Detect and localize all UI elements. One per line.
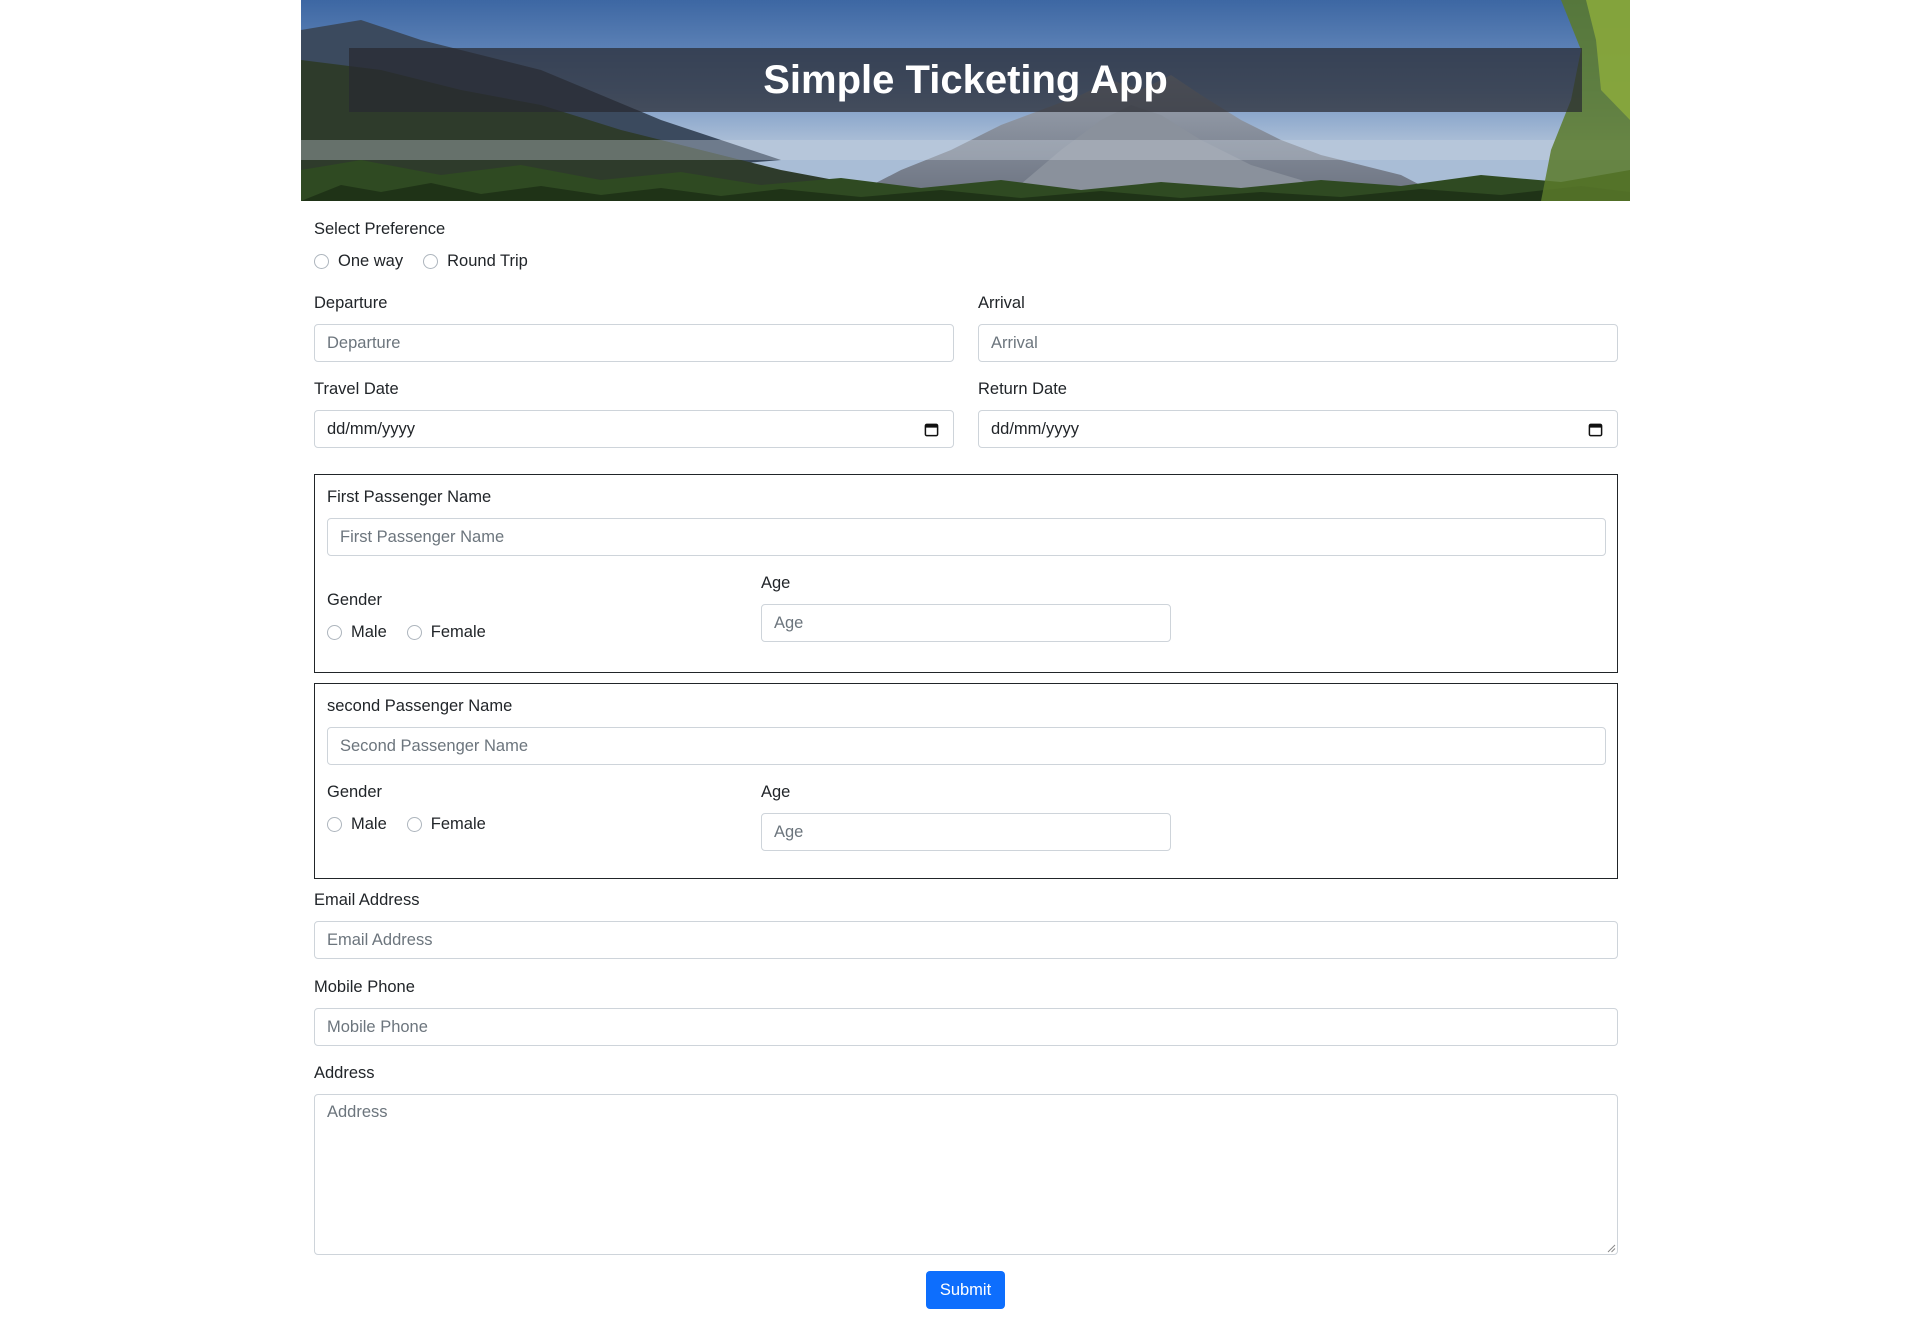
- travel-date-input[interactable]: dd/mm/yyyy: [314, 410, 954, 448]
- first-passenger-age-input[interactable]: [761, 604, 1171, 642]
- radio-label-male: Male: [351, 815, 387, 833]
- radio-female[interactable]: Female: [406, 623, 486, 642]
- mobile-phone-label: Mobile Phone: [314, 978, 415, 996]
- radio-label-male: Male: [351, 623, 387, 641]
- departure-input[interactable]: [314, 324, 954, 362]
- radio-female[interactable]: Female: [406, 815, 486, 834]
- calendar-icon[interactable]: [924, 422, 939, 437]
- radio-button[interactable]: [406, 817, 422, 832]
- radio-button[interactable]: [327, 817, 342, 832]
- first-passenger-panel: First Passenger Name Gender Male Female …: [314, 474, 1618, 673]
- arrival-input[interactable]: [978, 324, 1618, 362]
- radio-one-way[interactable]: One way: [314, 252, 403, 271]
- address-label: Address: [314, 1064, 375, 1082]
- radio-button[interactable]: [327, 625, 342, 640]
- resize-handle-icon[interactable]: [1606, 1243, 1616, 1253]
- mobile-phone-input[interactable]: [314, 1008, 1618, 1046]
- preference-label: Select Preference: [314, 220, 446, 238]
- return-date-value: dd/mm/yyyy: [991, 419, 1080, 438]
- first-passenger-gender-label: Gender: [327, 591, 383, 609]
- calendar-icon[interactable]: [1588, 422, 1603, 437]
- radio-label-female: Female: [430, 623, 486, 641]
- arrival-label: Arrival: [978, 294, 1025, 312]
- radio-label-one-way: One way: [338, 252, 404, 270]
- return-date-label: Return Date: [978, 380, 1067, 398]
- return-date-input[interactable]: dd/mm/yyyy: [978, 410, 1618, 448]
- second-passenger-name-input[interactable]: [327, 727, 1606, 765]
- travel-date-value: dd/mm/yyyy: [327, 419, 416, 438]
- preference-radio-group: One way Round Trip: [314, 252, 548, 271]
- radio-round-trip[interactable]: Round Trip: [423, 252, 528, 271]
- radio-label-female: Female: [430, 815, 486, 833]
- second-passenger-gender-label: Gender: [327, 783, 383, 801]
- first-passenger-name-label: First Passenger Name: [327, 488, 492, 506]
- address-textarea[interactable]: [314, 1094, 1618, 1255]
- radio-button[interactable]: [314, 254, 329, 269]
- second-passenger-age-label: Age: [761, 783, 791, 801]
- first-passenger-age-label: Age: [761, 574, 791, 592]
- header-banner: Simple Ticketing App: [301, 0, 1630, 201]
- email-input[interactable]: [314, 921, 1618, 959]
- travel-date-label: Travel Date: [314, 380, 399, 398]
- first-passenger-gender-group: Male Female: [327, 623, 506, 642]
- second-passenger-gender-group: Male Female: [327, 815, 506, 834]
- radio-button[interactable]: [423, 254, 439, 269]
- second-passenger-age-input[interactable]: [761, 813, 1171, 851]
- radio-male[interactable]: Male: [327, 815, 387, 834]
- radio-label-round-trip: Round Trip: [447, 252, 528, 270]
- radio-male[interactable]: Male: [327, 623, 387, 642]
- page-container: Simple Ticketing App Select Preference O…: [301, 0, 1630, 1309]
- second-passenger-panel: second Passenger Name Gender Male Female…: [314, 683, 1618, 879]
- first-passenger-name-input[interactable]: [327, 518, 1606, 556]
- departure-label: Departure: [314, 294, 388, 312]
- second-passenger-name-label: second Passenger Name: [327, 697, 513, 715]
- submit-button[interactable]: Submit: [926, 1271, 1005, 1309]
- banner-title-bar: Simple Ticketing App: [349, 48, 1582, 112]
- radio-button[interactable]: [406, 625, 422, 640]
- page-title: Simple Ticketing App: [763, 57, 1168, 102]
- email-label: Email Address: [314, 891, 420, 909]
